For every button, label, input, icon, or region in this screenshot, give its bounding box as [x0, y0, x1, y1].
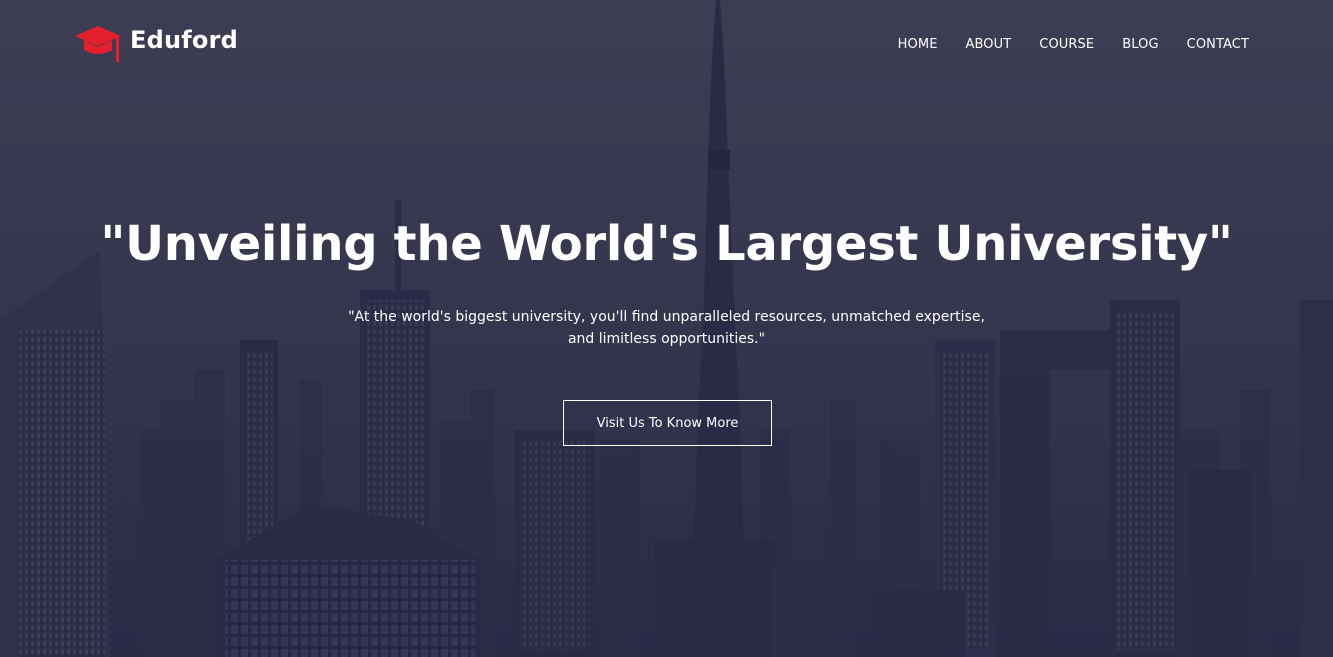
hero-subtext: "At the world's biggest university, you'… [348, 309, 985, 347]
main-nav: HOME ABOUT COURSE BLOG CONTACT [898, 37, 1249, 52]
nav-home-link[interactable]: HOME [898, 37, 938, 52]
nav-about-link[interactable]: ABOUT [966, 37, 1012, 52]
brand-logo[interactable]: Eduford [74, 22, 238, 64]
hero-section: Eduford HOME ABOUT COURSE BLOG CONTACT "… [0, 0, 1333, 657]
visit-us-button[interactable]: Visit Us To Know More [563, 400, 772, 446]
hero-headline: "Unveiling the World's Largest Universit… [100, 216, 1233, 272]
nav-blog-link[interactable]: BLOG [1122, 37, 1158, 52]
graduation-cap-icon [75, 26, 121, 62]
nav-course-link[interactable]: COURSE [1039, 37, 1094, 52]
brand-name: Eduford [130, 26, 239, 54]
nav-contact-link[interactable]: CONTACT [1187, 37, 1249, 52]
